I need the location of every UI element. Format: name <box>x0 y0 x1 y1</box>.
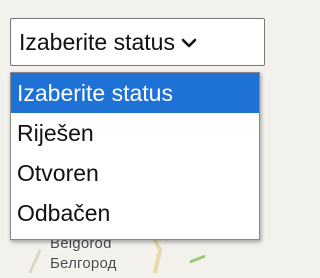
status-option-open[interactable]: Otvoren <box>11 153 259 193</box>
status-option-rejected[interactable]: Odbačen <box>11 193 259 233</box>
status-select-value: Izaberite status <box>19 28 175 55</box>
chevron-down-icon <box>181 36 197 48</box>
status-options-list[interactable]: Izaberite status Riješen Otvoren Odbačen <box>10 72 260 240</box>
status-option-choose[interactable]: Izaberite status <box>11 73 259 113</box>
status-select[interactable]: Izaberite status <box>10 18 265 66</box>
status-option-resolved[interactable]: Riješen <box>11 113 259 153</box>
map-place-label-cyrillic: Белгород <box>50 255 117 272</box>
